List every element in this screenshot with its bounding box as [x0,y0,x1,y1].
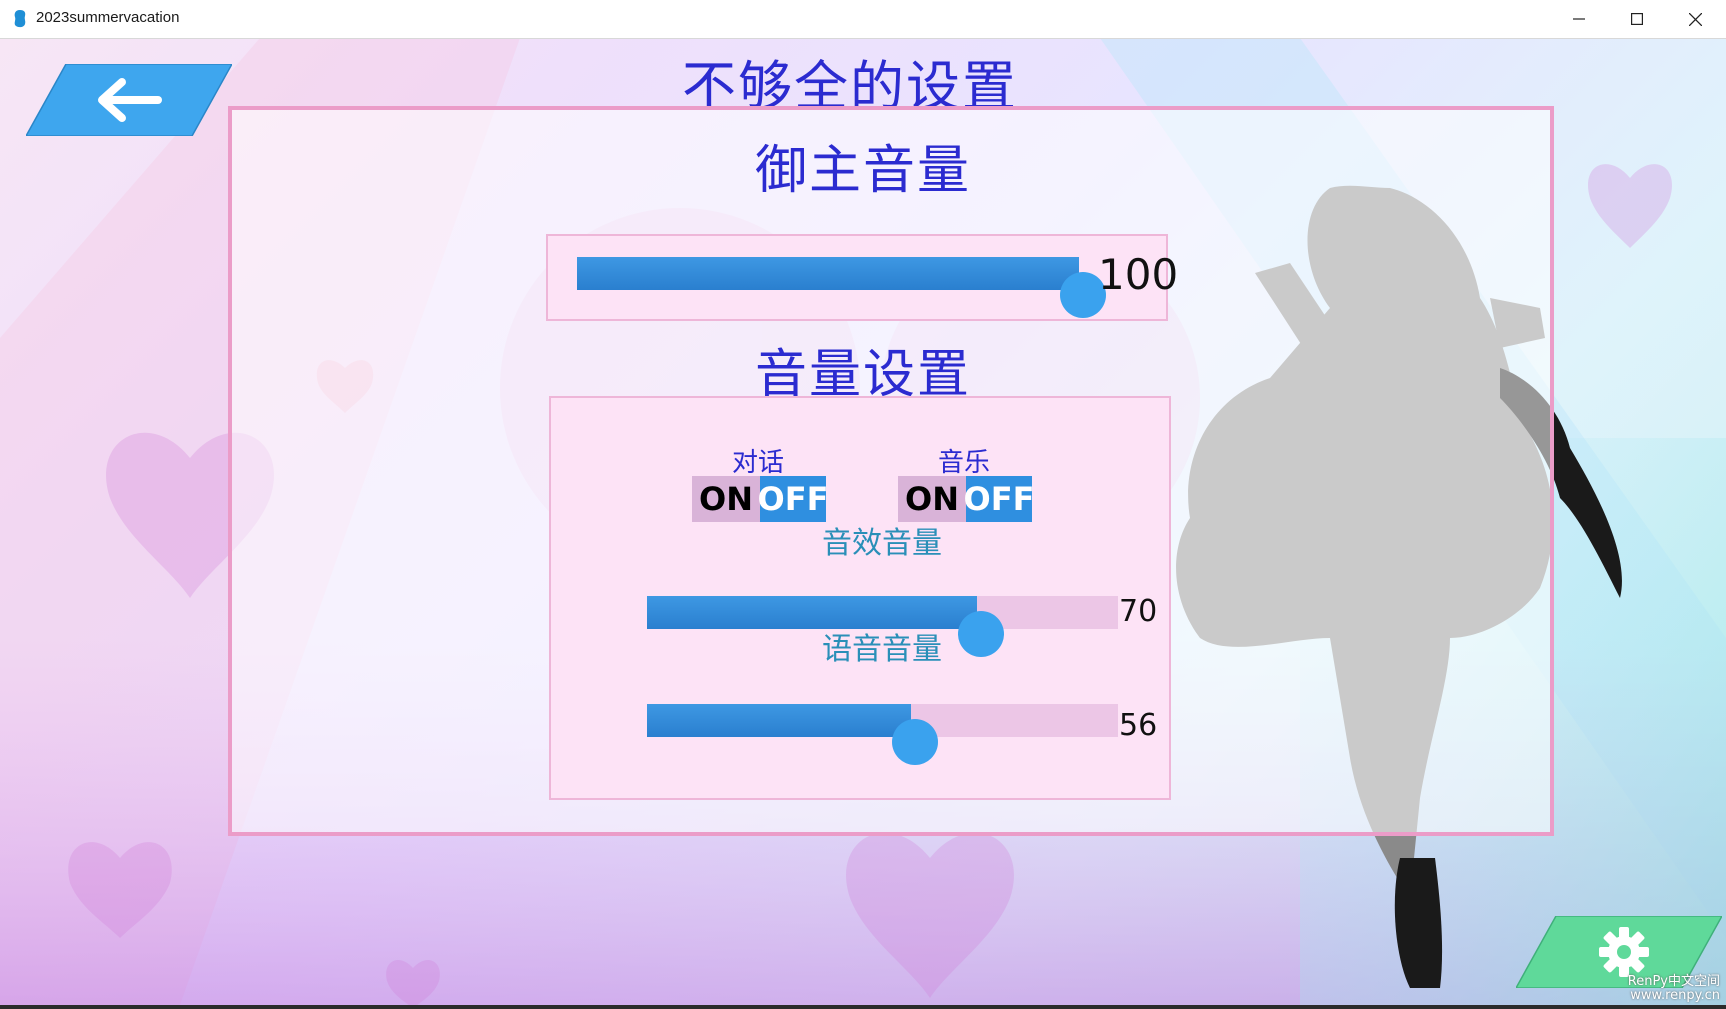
watermark-line2: www.renpy.cn [1630,988,1720,1003]
back-button[interactable] [24,63,234,137]
sfx-volume-label: 音效音量 [822,526,942,561]
voice-volume-label: 语音音量 [822,632,942,667]
dialogue-off-button[interactable]: OFF [758,476,828,522]
window-title: 2023summervacation [36,9,180,26]
window-titlebar: 2023summervacation [0,0,1726,39]
dialogue-toggle-label: 对话 [731,448,784,478]
music-on-button[interactable]: ON [898,476,966,522]
master-volume-value: 100 [1098,250,1179,299]
dialogue-toggle: ON OFF [692,476,828,522]
minimize-icon [1573,18,1585,20]
game-screen: 不够全的设置 御主音量 100 音量设置 对话 ON OFF 音乐 ON OFF… [0,38,1726,1005]
close-button[interactable] [1666,0,1724,38]
voice-volume-slider[interactable] [647,704,1118,737]
master-volume-slider[interactable] [577,257,1079,290]
voice-volume-value: 56 [1119,708,1158,743]
maximize-button[interactable] [1608,0,1666,38]
music-toggle-label: 音乐 [937,448,990,478]
sfx-volume-value: 70 [1119,594,1158,629]
watermark-line1: RenPy中文空间 [1627,974,1720,989]
master-volume-fill [577,257,1079,290]
master-volume-title: 御主音量 [754,141,971,201]
window-bottom-edge [0,1005,1726,1009]
music-off-button[interactable]: OFF [964,476,1034,522]
music-toggle: ON OFF [898,476,1034,522]
maximize-icon [1631,13,1643,25]
dialogue-on-button[interactable]: ON [692,476,760,522]
minimize-button[interactable] [1550,0,1608,38]
voice-volume-knob[interactable] [891,719,938,765]
voice-volume-fill [647,704,911,737]
app-icon [12,9,28,29]
close-icon [1688,12,1702,26]
